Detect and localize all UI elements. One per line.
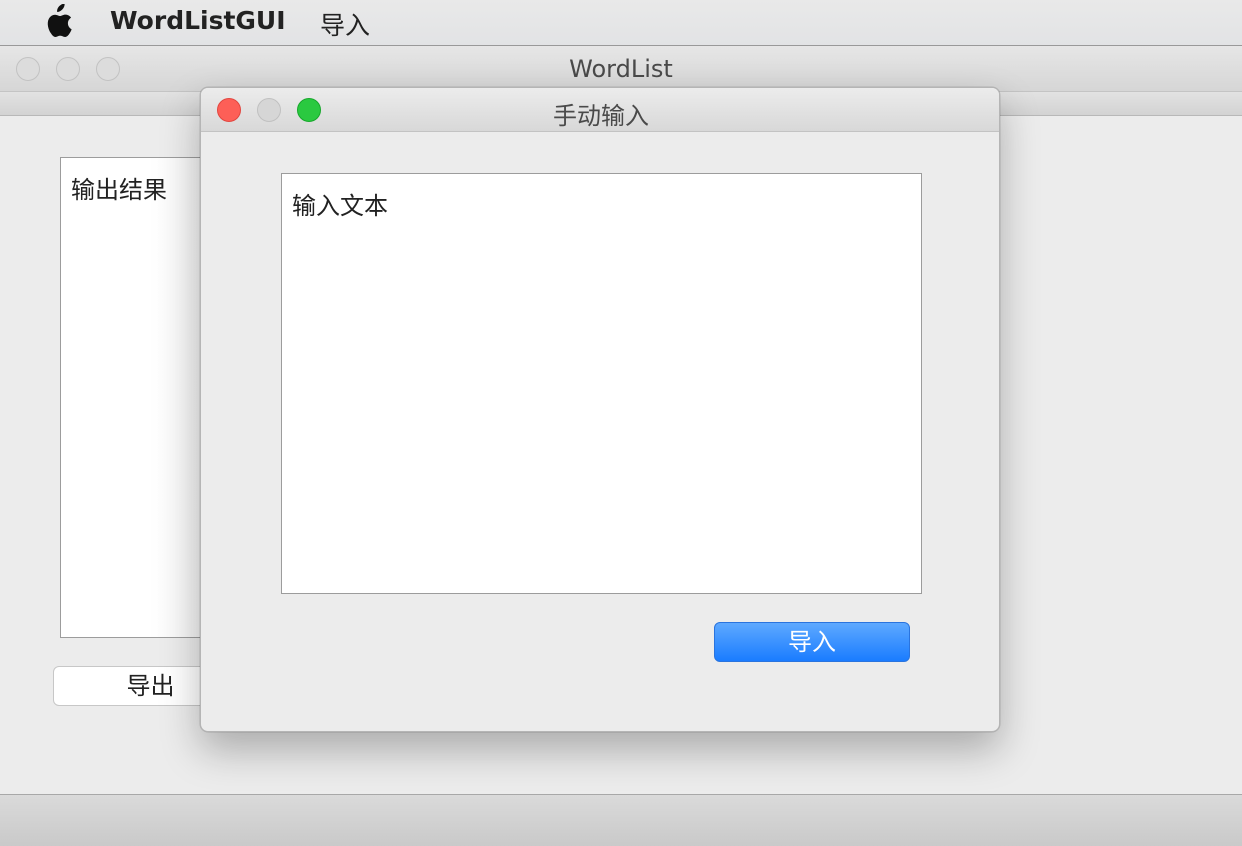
window-title: WordList: [569, 55, 673, 83]
output-textarea[interactable]: 输出结果: [60, 157, 210, 638]
import-button[interactable]: 导入: [714, 622, 910, 662]
menu-app-name[interactable]: WordListGUI: [110, 6, 286, 35]
bottom-bar: [0, 794, 1242, 846]
apple-icon[interactable]: [40, 4, 72, 40]
menu-item-import[interactable]: 导入: [320, 6, 370, 42]
dialog-titlebar: 手动输入: [201, 88, 999, 132]
manual-input-dialog: 手动输入 输入文本 导入: [200, 87, 1000, 732]
input-textarea[interactable]: 输入文本: [281, 173, 922, 594]
main-titlebar: WordList: [0, 46, 1242, 92]
dialog-title: 手动输入: [553, 102, 649, 130]
menu-bar: WordListGUI 导入: [0, 0, 1242, 45]
